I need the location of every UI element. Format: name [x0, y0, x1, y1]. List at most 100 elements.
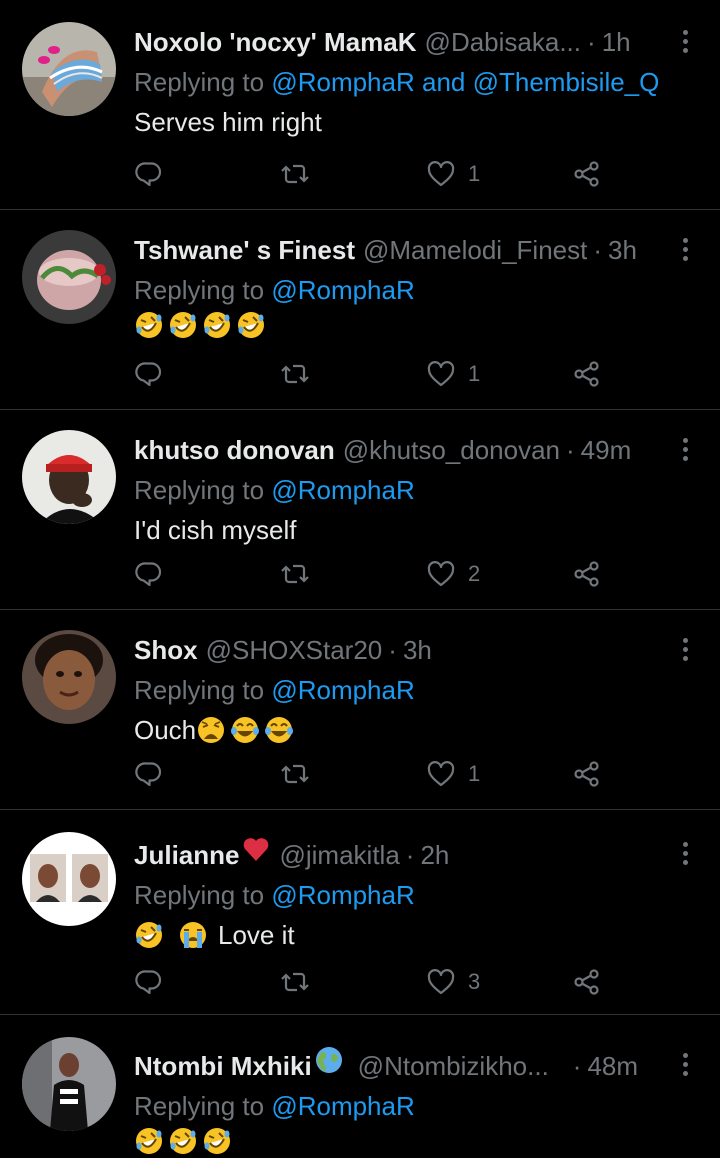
- mention-link[interactable]: @RomphaR: [271, 675, 414, 705]
- weary-emoji: [197, 716, 226, 744]
- avatar[interactable]: [22, 22, 116, 116]
- display-name[interactable]: Shox: [134, 630, 198, 670]
- mention-link[interactable]: @RomphaR: [271, 1091, 414, 1121]
- more-options-icon[interactable]: [670, 234, 700, 264]
- share-icon: [574, 361, 599, 387]
- tweet-text: Serves him right: [134, 107, 322, 137]
- avatar[interactable]: [22, 430, 116, 524]
- like-count: 1: [468, 361, 481, 386]
- reply-button[interactable]: [134, 354, 164, 394]
- heart-icon: [427, 761, 455, 787]
- reply-icon: [135, 562, 162, 587]
- loudly-crying-emoji: [179, 921, 207, 949]
- more-options-icon[interactable]: [670, 434, 700, 464]
- retweet-icon: [280, 364, 310, 384]
- share-icon: [574, 561, 599, 587]
- heart-icon: [427, 561, 455, 587]
- like-button[interactable]: 1: [426, 754, 480, 794]
- replying-to: Replying to @RomphaR: [134, 275, 415, 305]
- display-name[interactable]: Ntombi Mxhiki: [134, 1046, 312, 1086]
- retweet-button[interactable]: [280, 554, 310, 594]
- share-button[interactable]: [572, 354, 602, 394]
- avatar[interactable]: [22, 230, 116, 324]
- retweet-icon: [280, 972, 310, 992]
- user-handle[interactable]: @Mamelodi_Finest: [363, 230, 587, 270]
- display-name[interactable]: Noxolo 'nocxy' MamaK: [134, 22, 417, 62]
- joy-emoji: [264, 716, 295, 744]
- mention-link[interactable]: @RomphaR: [271, 880, 414, 910]
- avatar[interactable]: [22, 630, 116, 724]
- reply-icon: [135, 362, 162, 387]
- share-icon: [574, 761, 599, 787]
- rofl-emoji: [135, 921, 163, 949]
- display-name[interactable]: khutso donovan: [134, 430, 335, 470]
- more-options-icon[interactable]: [670, 634, 700, 664]
- reply-button[interactable]: [134, 962, 164, 1002]
- red-heart-emoji: [244, 838, 269, 861]
- mention-link[interactable]: @RomphaR: [271, 275, 414, 305]
- share-button[interactable]: [572, 962, 602, 1002]
- more-options-icon[interactable]: [670, 838, 700, 868]
- separator-dot: ·: [593, 235, 603, 265]
- like-button[interactable]: 3: [426, 962, 480, 1002]
- action-bar: 3: [134, 962, 614, 1002]
- retweet-button[interactable]: [280, 754, 310, 794]
- retweet-button[interactable]: [280, 962, 310, 1002]
- timestamp[interactable]: 2h: [420, 835, 449, 875]
- tweet-card[interactable]: Shox @SHOXStar20 · 3h Replying to @Romph…: [0, 610, 720, 810]
- user-handle[interactable]: @khutso_donovan: [343, 430, 560, 470]
- action-bar: 2: [134, 554, 614, 594]
- rofl-emoji: [169, 1127, 197, 1155]
- share-icon: [574, 161, 599, 187]
- timestamp[interactable]: 1h: [602, 22, 631, 62]
- separator-dot: ·: [405, 840, 415, 870]
- mention-link[interactable]: @RomphaR: [271, 475, 414, 505]
- reply-icon: [135, 762, 162, 787]
- rofl-emoji: [237, 311, 265, 339]
- action-bar: 1: [134, 754, 614, 794]
- user-handle[interactable]: @Ntombizikho...: [358, 1046, 549, 1086]
- retweet-icon: [280, 164, 310, 184]
- user-handle[interactable]: @SHOXStar20: [206, 630, 383, 670]
- tweet-text: Love it: [134, 915, 700, 955]
- display-name[interactable]: Tshwane' s Finest: [134, 230, 355, 270]
- tweet-card[interactable]: Julianne @jimakitla · 2h Replying to @Ro…: [0, 810, 720, 1015]
- tweet-card[interactable]: Noxolo 'nocxy' MamaK @Dabisaka... · 1h R…: [0, 0, 720, 210]
- tweet-text: [134, 1126, 700, 1156]
- share-button[interactable]: [572, 154, 602, 194]
- tweet-card[interactable]: khutso donovan @khutso_donovan · 49m Rep…: [0, 410, 720, 610]
- like-count: 2: [468, 561, 481, 586]
- timestamp[interactable]: 48m: [587, 1046, 638, 1086]
- reply-button[interactable]: [134, 754, 164, 794]
- retweet-button[interactable]: [280, 354, 310, 394]
- like-button[interactable]: 2: [426, 554, 480, 594]
- retweet-button[interactable]: [280, 154, 310, 194]
- retweet-icon: [280, 764, 310, 784]
- like-button[interactable]: 1: [426, 354, 480, 394]
- action-bar: 1: [134, 154, 614, 194]
- reply-button[interactable]: [134, 554, 164, 594]
- tweet-card[interactable]: Tshwane' s Finest @Mamelodi_Finest · 3h …: [0, 210, 720, 410]
- more-options-icon[interactable]: [670, 26, 700, 56]
- mention-link[interactable]: @RomphaR and @Thembisile_Q: [271, 67, 659, 97]
- reply-button[interactable]: [134, 154, 164, 194]
- timestamp[interactable]: 3h: [403, 630, 432, 670]
- user-handle[interactable]: @Dabisaka...: [425, 22, 581, 62]
- share-button[interactable]: [572, 754, 602, 794]
- avatar[interactable]: [22, 1037, 116, 1131]
- separator-dot: ·: [587, 27, 596, 57]
- display-name[interactable]: Julianne: [134, 835, 239, 875]
- share-icon: [574, 969, 599, 995]
- reply-feed: Noxolo 'nocxy' MamaK @Dabisaka... · 1h R…: [0, 0, 720, 1158]
- timestamp[interactable]: 3h: [608, 230, 637, 270]
- user-handle[interactable]: @jimakitla: [279, 835, 399, 875]
- replying-to: Replying to @RomphaR: [134, 1091, 415, 1121]
- tweet-text: Ouch: [134, 710, 700, 750]
- globe-emoji: [315, 1047, 342, 1073]
- timestamp[interactable]: 49m: [581, 430, 632, 470]
- tweet-card[interactable]: Ntombi Mxhiki @Ntombizikho... · 48m Repl…: [0, 1015, 720, 1158]
- avatar[interactable]: [22, 832, 116, 926]
- more-options-icon[interactable]: [670, 1049, 700, 1079]
- like-button[interactable]: 1: [426, 154, 480, 194]
- share-button[interactable]: [572, 554, 602, 594]
